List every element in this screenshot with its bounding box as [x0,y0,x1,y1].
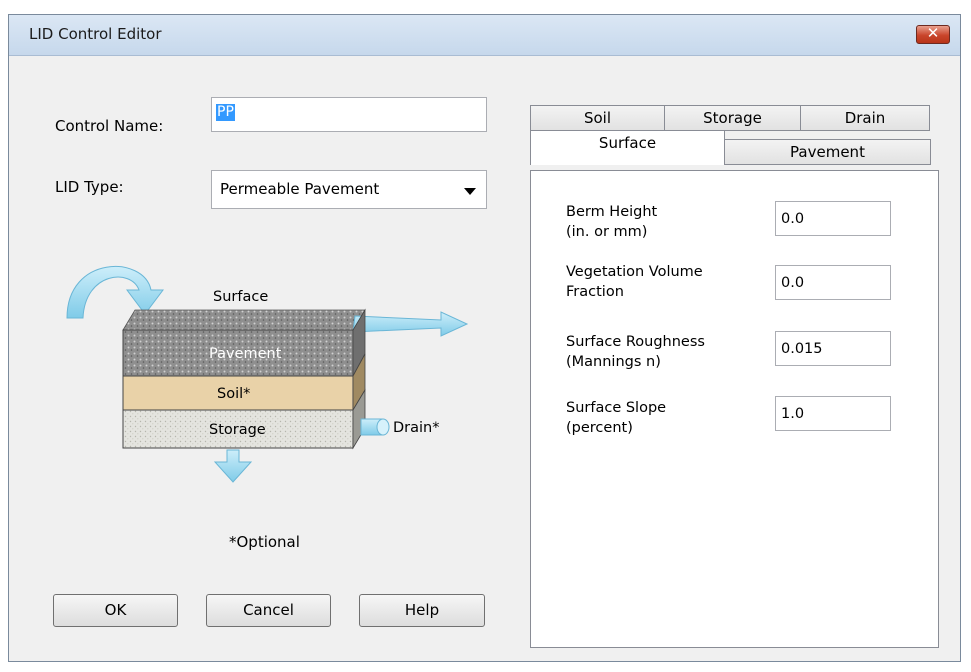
tab-soil[interactable]: Soil [530,105,665,131]
surface-slope-input[interactable]: 1.0 [775,396,891,431]
vegetation-volume-label-line1: Vegetation Volume [566,264,703,280]
window-title: LID Control Editor [29,25,162,43]
lid-type-value: Permeable Pavement [220,180,380,198]
vegetation-volume-input[interactable]: 0.0 [775,265,891,300]
title-bar: LID Control Editor ✕ [9,15,960,56]
berm-height-label-line2: (in. or mm) [566,224,648,240]
soil-label: Soil* [217,386,250,402]
berm-height-input[interactable]: 0.0 [775,201,891,236]
lid-control-editor-window: LID Control Editor ✕ Control Name: PP LI… [8,14,961,662]
storage-label: Storage [209,422,266,438]
berm-height-label-line1: Berm Height [566,204,658,220]
tab-storage[interactable]: Storage [664,105,801,131]
surface-roughness-label: Surface Roughness (Mannings n) [566,332,705,372]
outflow-arrow-icon [352,311,469,337]
drain-label: Drain* [393,420,439,436]
tab-surface[interactable]: Surface [530,130,725,165]
cancel-button[interactable]: Cancel [206,594,331,627]
ok-button[interactable]: OK [53,594,178,627]
help-button[interactable]: Help [359,594,485,627]
optional-note: *Optional [229,533,300,551]
surface-tab-panel: Berm Height (in. or mm) 0.0 Vegetation V… [530,170,939,648]
tab-pavement[interactable]: Pavement [724,139,931,165]
surface-slope-label-line1: Surface Slope [566,400,667,416]
berm-height-label: Berm Height (in. or mm) [566,202,657,242]
lid-type-dropdown[interactable]: Permeable Pavement [211,170,487,209]
pavement-top-face [122,309,366,331]
vegetation-volume-label: Vegetation Volume Fraction [566,262,703,302]
surface-slope-label: Surface Slope (percent) [566,398,666,438]
pavement-label: Pavement [209,346,282,362]
surface-roughness-label-line1: Surface Roughness [566,334,705,350]
close-icon: ✕ [926,24,940,42]
control-name-value: PP [216,104,235,121]
chevron-down-icon [464,188,476,195]
surface-slope-label-line2: (percent) [566,420,633,436]
surface-roughness-input[interactable]: 0.015 [775,331,891,366]
surface-roughness-label-line2: (Mannings n) [566,354,661,370]
tab-drain[interactable]: Drain [800,105,930,131]
infiltration-arrow-icon [213,449,253,483]
surface-label: Surface [213,289,268,305]
close-button[interactable]: ✕ [916,24,950,44]
control-name-input[interactable]: PP [211,97,487,132]
vegetation-volume-label-line2: Fraction [566,284,624,300]
control-name-label: Control Name: [55,117,164,135]
lid-diagram: Surface Pavement Soil* Storage Drain* [66,265,469,483]
lid-type-label: LID Type: [55,178,124,196]
